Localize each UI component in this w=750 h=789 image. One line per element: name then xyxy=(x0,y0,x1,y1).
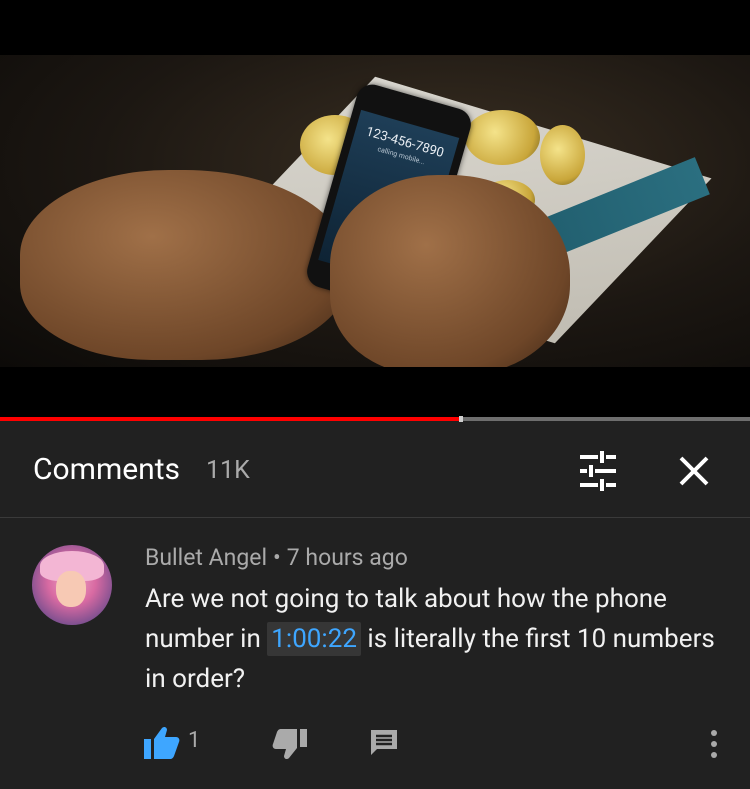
video-frame: 123-456-7890 calling mobile... xyxy=(0,55,750,367)
more-options-button[interactable] xyxy=(700,725,728,763)
comment-reply-icon xyxy=(371,730,397,755)
close-icon xyxy=(679,456,709,486)
close-comments-button[interactable] xyxy=(666,446,722,496)
video-hand-left xyxy=(20,170,350,360)
like-button[interactable] xyxy=(142,725,182,761)
reply-button[interactable] xyxy=(368,727,400,759)
filter-sort-icon xyxy=(580,451,616,491)
timestamp-link[interactable]: 1:00:22 xyxy=(267,622,361,656)
avatar[interactable] xyxy=(32,545,112,625)
video-player[interactable]: 123-456-7890 calling mobile... xyxy=(0,0,750,418)
video-lime-shape xyxy=(540,125,585,185)
comment-meta: Bullet Angel • 7 hours ago xyxy=(145,544,408,571)
comment-time: 7 hours ago xyxy=(286,544,408,571)
comments-count: 11K xyxy=(206,456,250,485)
like-count: 1 xyxy=(188,728,201,753)
comment-item: Bullet Angel • 7 hours ago Are we not goin… xyxy=(0,517,750,789)
more-vert-icon xyxy=(711,730,717,758)
meta-separator: • xyxy=(273,544,281,571)
video-hand-right xyxy=(330,175,570,367)
avatar-face-shape xyxy=(56,571,86,607)
comments-title: Comments xyxy=(33,452,181,487)
sort-comments-button[interactable] xyxy=(572,446,622,496)
comment-text: Are we not going to talk about how the p… xyxy=(145,579,725,699)
thumbs-down-icon xyxy=(272,729,307,760)
video-lime-shape xyxy=(465,110,540,165)
comment-author[interactable]: Bullet Angel xyxy=(145,544,267,571)
comments-header: Comments 11K xyxy=(0,421,750,518)
thumbs-up-icon xyxy=(144,726,180,759)
dislike-button[interactable] xyxy=(270,725,310,763)
